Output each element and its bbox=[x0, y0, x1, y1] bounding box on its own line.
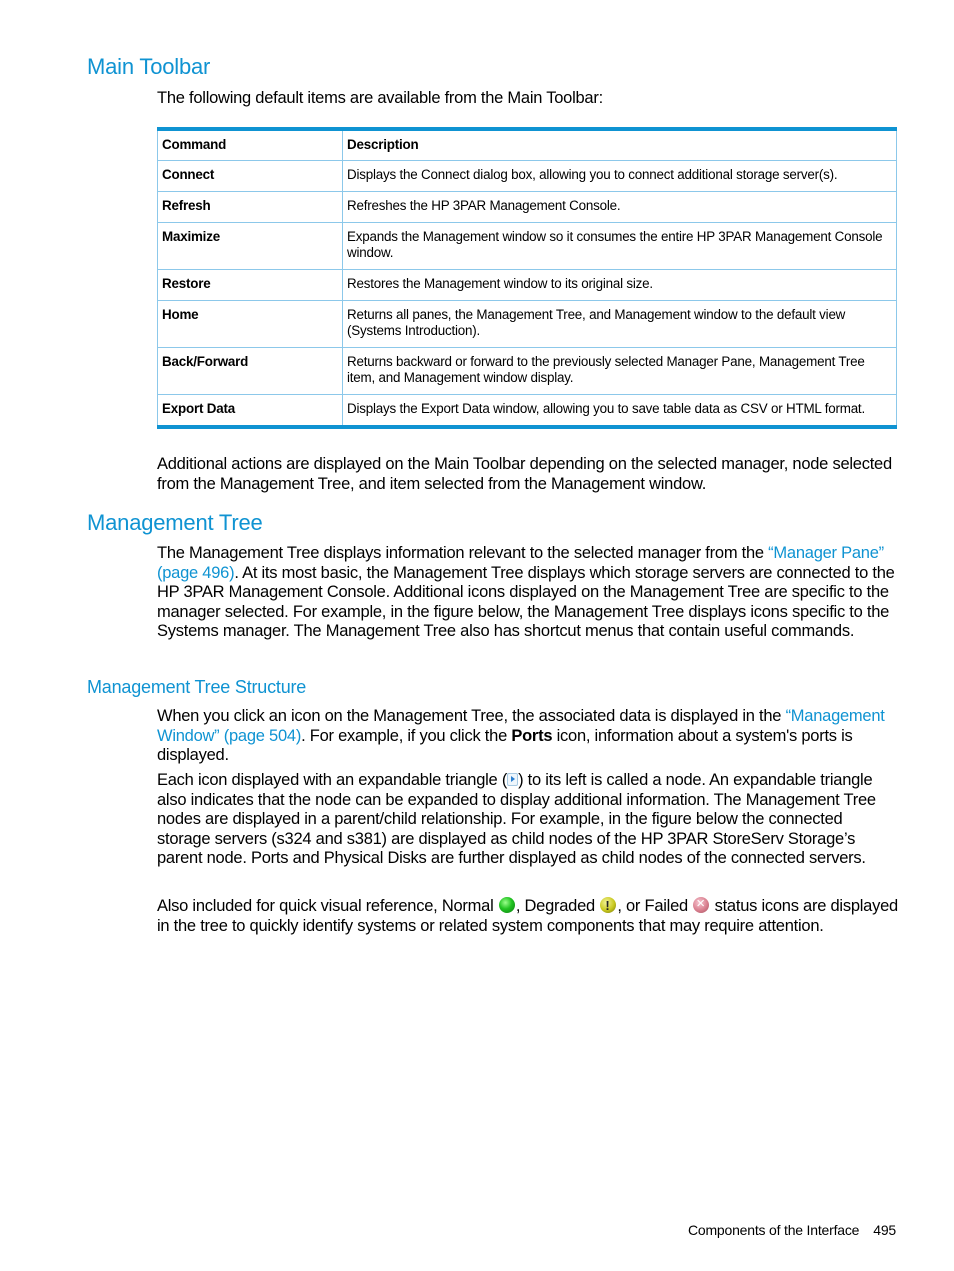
command-cell: Connect bbox=[157, 160, 343, 192]
management-tree-paragraph: The Management Tree displays information… bbox=[157, 544, 899, 642]
description-cell: Displays the Export Data window, allowin… bbox=[342, 394, 897, 428]
page-number: 495 bbox=[873, 1222, 896, 1238]
table-row: Home Returns all panes, the Management T… bbox=[157, 300, 897, 348]
description-cell: Returns all panes, the Management Tree, … bbox=[342, 300, 897, 348]
description-cell: Displays the Connect dialog box, allowin… bbox=[342, 160, 897, 192]
text: The Management Tree displays information… bbox=[157, 544, 769, 562]
management-tree-heading: Management Tree bbox=[87, 510, 263, 535]
description-cell: Expands the Management window so it cons… bbox=[342, 222, 897, 270]
degraded-status-icon bbox=[600, 896, 617, 916]
main-toolbar-heading: Main Toolbar bbox=[87, 54, 211, 79]
description-cell: Refreshes the HP 3PAR Management Console… bbox=[342, 191, 897, 223]
description-cell: Returns backward or forward to the previ… bbox=[342, 347, 897, 395]
table-row: Connect Displays the Connect dialog box,… bbox=[157, 160, 897, 192]
description-cell: Restores the Management window to its or… bbox=[342, 269, 897, 301]
column-header-command: Command bbox=[157, 128, 343, 161]
table-row: Maximize Expands the Management window s… bbox=[157, 222, 897, 270]
command-cell: Restore bbox=[157, 269, 343, 301]
page-footer: Components of the Interface 495 bbox=[688, 1222, 896, 1238]
text: , Degraded bbox=[515, 897, 600, 915]
expand-triangle-icon bbox=[507, 773, 519, 786]
text: Also included for quick visual reference… bbox=[157, 897, 498, 915]
toolbar-commands-table: Command Description Connect Displays the… bbox=[157, 127, 897, 429]
text: . At its most basic, the Management Tree… bbox=[157, 563, 895, 641]
table-row: Refresh Refreshes the HP 3PAR Management… bbox=[157, 191, 897, 223]
failed-status-icon bbox=[693, 894, 710, 914]
structure-paragraph-1: When you click an icon on the Management… bbox=[157, 707, 899, 766]
normal-status-icon bbox=[498, 897, 515, 913]
table-header-row: Command Description bbox=[157, 128, 897, 161]
table-row: Restore Restores the Management window t… bbox=[157, 269, 897, 301]
text: Each icon displayed with an expandable t… bbox=[157, 771, 508, 789]
text: When you click an icon on the Management… bbox=[157, 707, 786, 725]
table-row: Back/Forward Returns backward or forward… bbox=[157, 347, 897, 395]
ports-bold: Ports bbox=[511, 726, 553, 745]
command-cell: Back/Forward bbox=[157, 347, 343, 395]
command-cell: Refresh bbox=[157, 191, 343, 223]
command-cell: Export Data bbox=[157, 394, 343, 428]
structure-paragraph-3: Also included for quick visual reference… bbox=[157, 894, 899, 936]
table-row: Export Data Displays the Export Data win… bbox=[157, 394, 897, 428]
text: , or Failed bbox=[617, 897, 693, 915]
structure-paragraph-2: Each icon displayed with an expandable t… bbox=[157, 771, 899, 869]
text: . For example, if you click the bbox=[301, 726, 512, 745]
command-cell: Home bbox=[157, 300, 343, 348]
main-toolbar-intro: The following default items are availabl… bbox=[157, 89, 603, 107]
footer-section-title: Components of the Interface bbox=[687, 1222, 860, 1238]
additional-actions-text: Additional actions are displayed on the … bbox=[157, 455, 892, 493]
command-cell: Maximize bbox=[157, 222, 343, 270]
column-header-description: Description bbox=[342, 128, 897, 161]
management-tree-structure-heading: Management Tree Structure bbox=[87, 677, 307, 697]
